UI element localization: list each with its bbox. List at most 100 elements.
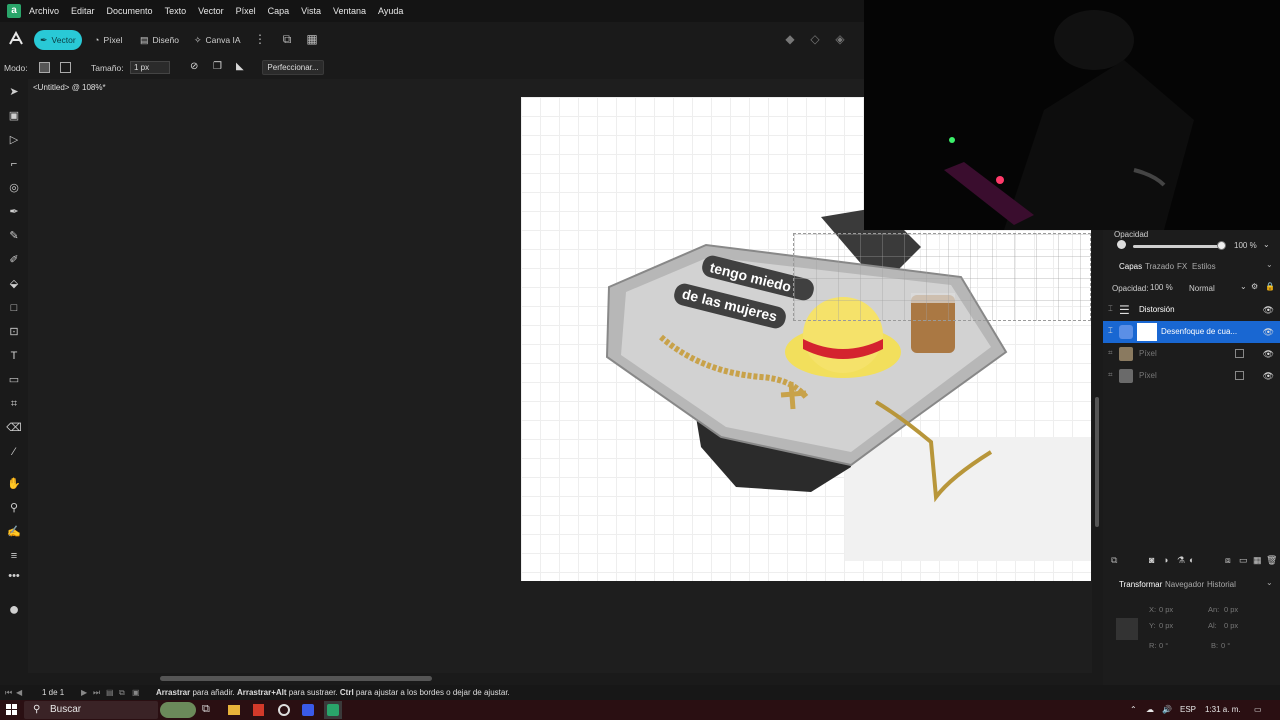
menu-ayuda[interactable]: Ayuda <box>378 6 403 16</box>
lock-icon[interactable]: 🔒 <box>1265 282 1275 291</box>
height-field[interactable]: 0 px <box>1224 621 1238 630</box>
mask-icon[interactable]: ◙ <box>1149 555 1154 565</box>
snap-edges-icon[interactable]: ⊘ <box>190 61 198 72</box>
menu-pixel[interactable]: Píxel <box>236 6 256 16</box>
pencil-tool-icon[interactable]: ✎ <box>6 228 22 244</box>
text-tool-icon[interactable]: T <box>6 348 22 364</box>
horizontal-scrollbar-thumb[interactable] <box>160 676 432 681</box>
fill-tool-icon[interactable]: ⬙ <box>6 276 22 292</box>
fx-icon[interactable]: ⚗ <box>1177 555 1185 566</box>
rotation-field[interactable]: 0 ° <box>1159 641 1168 650</box>
layer-pixel-1[interactable]: ⌗ Píxel 👁 <box>1103 343 1280 365</box>
brave-browser-icon[interactable] <box>253 704 264 716</box>
width-field[interactable]: 0 px <box>1224 605 1238 614</box>
brush-tool-icon[interactable]: ✍ <box>6 524 22 540</box>
pen-tool-icon[interactable]: ✒ <box>6 204 22 220</box>
last-page-icon[interactable]: ⏭ <box>93 685 100 700</box>
adjustment-icon[interactable]: ◑ <box>1163 555 1168 565</box>
visibility-eye-icon[interactable]: 👁 <box>1263 343 1274 365</box>
group-icon[interactable]: ⧈ <box>1225 555 1231 566</box>
lower-panel-collapse-icon[interactable]: ⌄ <box>1266 578 1273 587</box>
notifications-icon[interactable]: ▭ <box>1254 700 1262 720</box>
layer-lock-icon[interactable] <box>1235 349 1244 358</box>
tray-expand-icon[interactable]: ⌃ <box>1130 700 1137 720</box>
visibility-eye-icon[interactable]: 👁 <box>1263 321 1274 343</box>
layer-name[interactable]: Desenfoque de cua... <box>1161 321 1237 343</box>
first-page-icon[interactable]: ⏮ <box>5 685 12 700</box>
opacity-value[interactable]: 100 % <box>1234 241 1257 250</box>
layer-expand-icon[interactable]: ⌶ <box>1108 326 1113 336</box>
add-folder-icon[interactable]: ▭ <box>1239 555 1248 566</box>
layer-pixel-2[interactable]: ⌗ Píxel 👁 <box>1103 365 1280 387</box>
volume-icon[interactable]: 🔊 <box>1162 700 1172 720</box>
color-swatch-icon[interactable]: ● <box>6 600 22 618</box>
y-field[interactable]: 0 px <box>1159 621 1173 630</box>
grid-icon[interactable]: ▦ <box>305 32 319 46</box>
tab-transformar[interactable]: Transformar <box>1119 580 1162 589</box>
panel-collapse-icon[interactable]: ⌄ <box>1266 260 1273 269</box>
delete-layer-icon[interactable]: 🗑 <box>1266 555 1277 566</box>
vector-brush-icon[interactable]: ✐ <box>6 252 22 268</box>
persona-layout[interactable]: ▤ Diseño <box>134 30 185 50</box>
selection-brush-icon[interactable]: ◎ <box>6 180 22 196</box>
cloud-icon[interactable]: ☁ <box>1146 700 1154 720</box>
tab-estilos[interactable]: Estilos <box>1192 262 1216 271</box>
taskbar-search[interactable]: ⚲ Buscar <box>24 701 196 719</box>
persona-canva-ai[interactable]: ✧ Canva IA <box>188 30 247 50</box>
anchor-selector-icon[interactable] <box>1116 618 1138 640</box>
menu-vector[interactable]: Vector <box>198 6 224 16</box>
prev-page-icon[interactable]: ◀ <box>16 685 22 700</box>
add-layer-icon[interactable]: ▦ <box>1253 555 1262 566</box>
document-tab[interactable]: <Untitled> @ 108%* <box>28 79 106 97</box>
layer-desenfoque[interactable]: ⌶ Desenfoque de cua... 👁 <box>1103 321 1280 343</box>
task-view-icon[interactable]: ⧉ <box>202 703 210 716</box>
chrome-icon[interactable] <box>278 704 290 716</box>
brand-logo-icon[interactable] <box>8 31 24 47</box>
mode-replace-icon[interactable] <box>39 62 50 73</box>
arrange-icon[interactable]: ◆ <box>783 32 797 46</box>
menu-archivo[interactable]: Archivo <box>29 6 59 16</box>
layer-expand-icon[interactable]: ⌶ <box>1108 304 1113 314</box>
opacity-slider[interactable] <box>1133 245 1223 248</box>
export-icon[interactable]: ⧉ <box>280 32 294 46</box>
visibility-eye-icon[interactable]: 👁 <box>1263 299 1274 321</box>
rectangle-tool-icon[interactable]: □ <box>6 300 22 316</box>
node-tool-icon[interactable]: ▷ <box>6 132 22 148</box>
shear-field[interactable]: 0 ° <box>1221 641 1230 650</box>
hand-tool-icon[interactable]: ✋ <box>6 476 22 492</box>
eyedropper-tool-icon[interactable]: ⁄ <box>6 444 22 460</box>
move-tool-icon[interactable]: ➤ <box>6 84 22 100</box>
page-thumbnail-icon[interactable]: ▣ <box>132 685 140 700</box>
vertical-scrollbar-thumb[interactable] <box>1095 397 1099 527</box>
distortion-mesh[interactable] <box>793 233 1091 321</box>
tab-trazado[interactable]: Trazado <box>1145 262 1174 271</box>
affinity-taskbar-slot[interactable] <box>324 701 342 719</box>
language-indicator[interactable]: ESP <box>1180 700 1196 720</box>
corner-tool-icon[interactable]: ⌐ <box>6 156 22 172</box>
spread-icon[interactable]: ⧉ <box>119 685 125 700</box>
file-explorer-icon[interactable] <box>228 705 240 715</box>
app-blue-icon[interactable] <box>302 704 314 716</box>
sample-layers-icon[interactable]: ❐ <box>213 61 222 72</box>
adjust-tool-icon[interactable]: ≡ <box>6 548 22 564</box>
filter-icon[interactable]: ◐ <box>1189 555 1194 565</box>
windows-start-icon[interactable] <box>6 704 17 715</box>
crop-tool-icon[interactable]: ⌗ <box>6 396 22 412</box>
menu-documento[interactable]: Documento <box>107 6 153 16</box>
layer-distorsion[interactable]: ⌶ ☰ Distorsión 👁 <box>1103 299 1280 321</box>
more-tools-icon[interactable]: ••• <box>6 568 22 584</box>
horizontal-scrollbar[interactable] <box>28 673 1103 685</box>
persona-vector[interactable]: ✒ Vector <box>34 30 82 50</box>
layer-link-icon[interactable]: ⌗ <box>1108 348 1113 358</box>
persona-pixel[interactable]: ◔ Píxel <box>88 30 128 50</box>
opacity-slider-knob[interactable] <box>1217 241 1226 250</box>
page-options-icon[interactable]: ▤ <box>106 685 114 700</box>
menu-capa[interactable]: Capa <box>268 6 290 16</box>
eraser-tool-icon[interactable]: ⌫ <box>6 420 22 436</box>
menu-texto[interactable]: Texto <box>165 6 187 16</box>
mode-add-icon[interactable] <box>60 62 71 73</box>
refine-button[interactable]: Perfeccionar... <box>262 60 324 75</box>
boolean-icon[interactable]: ◇ <box>808 32 822 46</box>
align-icon[interactable]: ◈ <box>833 32 847 46</box>
more-options-icon[interactable]: ⋮ <box>253 32 267 46</box>
